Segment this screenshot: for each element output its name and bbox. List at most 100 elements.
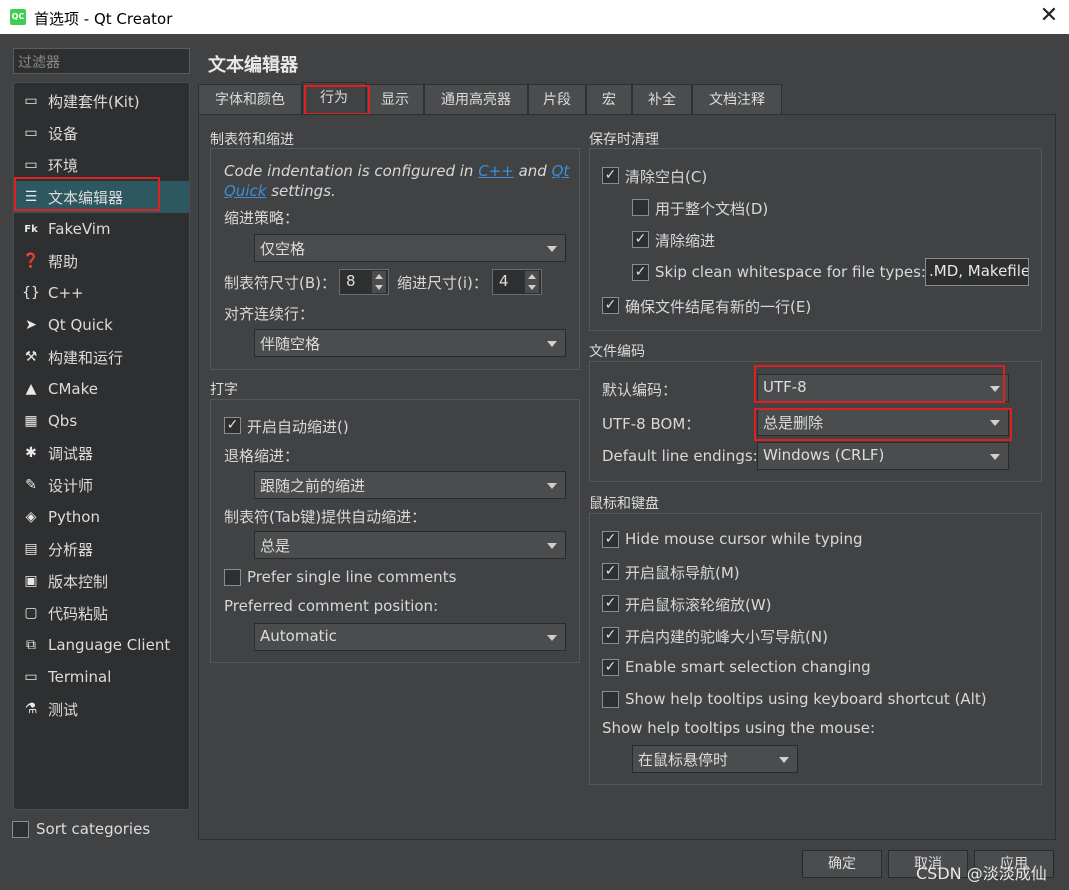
combo-value: 跟随之前的缩进: [260, 477, 366, 495]
mouse-nav-checkbox[interactable]: ✓: [602, 563, 619, 580]
tab-generic-highlighter[interactable]: 通用高亮器: [424, 84, 528, 114]
sort-categories-checkbox[interactable]: [12, 821, 29, 838]
sidebar-item-qbs[interactable]: ▦ Qbs: [14, 405, 189, 437]
smart-selection-checkbox[interactable]: ✓: [602, 659, 619, 676]
sidebar-item-python[interactable]: ◈ Python: [14, 501, 189, 533]
window-title: 首选项 - Qt Creator: [34, 10, 173, 28]
help-tooltips-keyboard-checkbox[interactable]: [602, 691, 619, 708]
sidebar-item-language-client[interactable]: ⧉ Language Client: [14, 629, 189, 661]
clean-indent-checkbox[interactable]: ✓: [632, 231, 649, 248]
skip-file-types-input[interactable]: .MD, Makefile: [925, 258, 1029, 286]
sidebar-item-terminal[interactable]: ▭ Terminal: [14, 661, 189, 693]
pen-icon: ✎: [25, 477, 37, 493]
wheel-zoom-label: 开启鼠标滚轮缩放(W): [625, 596, 772, 614]
highlight-box-tab: [304, 85, 370, 115]
sidebar-item-help[interactable]: ❓ 帮助: [14, 245, 189, 277]
hide-cursor-label: Hide mouse cursor while typing: [625, 530, 863, 548]
line-endings-combo[interactable]: Windows (CRLF): [757, 442, 1009, 470]
tab-size-spinbox[interactable]: 8: [339, 269, 389, 295]
qtquick-settings-link-part1[interactable]: Qt: [552, 162, 570, 180]
sidebar-item-label: 设计师: [48, 476, 94, 495]
group-title-typing: 打字: [210, 382, 238, 398]
cmake-icon: ▲: [25, 381, 37, 397]
combo-value: 仅空格: [260, 240, 306, 258]
sidebar-item-fakevim[interactable]: Fk FakeVim: [14, 213, 189, 245]
ensure-newline-checkbox[interactable]: ✓: [602, 297, 619, 314]
sidebar-item-label: 环境: [48, 156, 79, 175]
sidebar-item-qtquick[interactable]: ➤ Qt Quick: [14, 309, 189, 341]
sidebar-item-label: Language Client: [48, 636, 171, 654]
highlight-box-bom: [754, 408, 1012, 441]
sidebar-item-devices[interactable]: ▭ 设备: [14, 117, 189, 149]
camel-nav-label: 开启内建的驼峰大小写导航(N): [625, 628, 828, 646]
sidebar-item-code-paste[interactable]: ▢ 代码粘贴: [14, 597, 189, 629]
backspace-indent-label: 退格缩进：: [224, 447, 300, 465]
hide-cursor-checkbox[interactable]: ✓: [602, 531, 619, 548]
tab-auto-indent-label: 制表符(Tab键)提供自动缩进：: [224, 508, 427, 526]
sidebar-item-label: CMake: [48, 380, 98, 398]
filter-input[interactable]: 过滤器: [13, 48, 190, 74]
qbs-icon: ▦: [24, 413, 38, 429]
skip-clean-checkbox[interactable]: ✓: [632, 264, 649, 281]
comment-position-combo[interactable]: Automatic: [254, 623, 566, 651]
backspace-indent-combo[interactable]: 跟随之前的缩进: [254, 471, 566, 499]
qtquick-settings-link-part2[interactable]: Quick: [224, 182, 266, 200]
tab-macros[interactable]: 宏: [586, 84, 632, 114]
sidebar-item-cmake[interactable]: ▲ CMake: [14, 373, 189, 405]
line-endings-label: Default line endings:: [602, 447, 758, 465]
indent-policy-combo[interactable]: 仅空格: [254, 234, 566, 262]
clean-indent-label: 清除缩进: [655, 232, 716, 250]
python-icon: ◈: [25, 509, 37, 525]
watermark-text: CSDN @淡淡成仙: [916, 864, 1047, 883]
spin-up-icon[interactable]: [372, 271, 386, 282]
auto-indent-checkbox[interactable]: ✓: [224, 417, 241, 434]
sidebar-item-label: Terminal: [48, 668, 112, 686]
sidebar-item-cpp[interactable]: {} C++: [14, 277, 189, 309]
sidebar-item-test[interactable]: ⚗ 测试: [14, 693, 189, 725]
ok-button[interactable]: 确定: [802, 850, 882, 878]
sidebar-item-label: 测试: [48, 700, 79, 719]
sidebar-item-label: 构建套件(Kit): [48, 92, 140, 111]
sidebar-item-build-run[interactable]: ⚒ 构建和运行: [14, 341, 189, 373]
sidebar-item-version-control[interactable]: ▣ 版本控制: [14, 565, 189, 597]
indent-size-spinbox[interactable]: 4: [492, 269, 542, 295]
combo-value: Windows (CRLF): [763, 446, 885, 464]
help-tooltips-mouse-combo[interactable]: 在鼠标悬停时: [632, 745, 798, 773]
sidebar-item-kits[interactable]: ▭ 构建套件(Kit): [14, 85, 189, 117]
spin-up-icon[interactable]: [525, 271, 539, 282]
chevron-down-icon: [547, 246, 557, 252]
spin-down-icon[interactable]: [525, 282, 539, 293]
sidebar-item-label: Python: [48, 508, 100, 526]
sidebar-item-designer[interactable]: ✎ 设计师: [14, 469, 189, 501]
tab-display[interactable]: 显示: [366, 84, 424, 114]
paste-icon: ▢: [24, 605, 38, 621]
spin-down-icon[interactable]: [372, 282, 386, 293]
sidebar-item-debugger[interactable]: ✱ 调试器: [14, 437, 189, 469]
sidebar-item-analyzer[interactable]: ▤ 分析器: [14, 533, 189, 565]
indent-info-text-line2: Quick settings.: [224, 182, 336, 200]
smart-selection-label: Enable smart selection changing: [625, 658, 871, 676]
braces-icon: {}: [22, 285, 40, 301]
single-line-comments-checkbox[interactable]: [224, 569, 241, 586]
camel-nav-checkbox[interactable]: ✓: [602, 627, 619, 644]
sidebar-item-label: C++: [48, 284, 84, 302]
clean-whitespace-checkbox[interactable]: ✓: [602, 167, 619, 184]
whole-document-checkbox[interactable]: [632, 199, 649, 216]
close-icon[interactable]: ✕: [1036, 2, 1062, 30]
tab-snippets[interactable]: 片段: [528, 84, 586, 114]
tab-doc-comments[interactable]: 文档注释: [692, 84, 782, 114]
title-bar: QC 首选项 - Qt Creator ✕: [0, 0, 1069, 34]
qt-creator-logo-icon: QC: [10, 9, 26, 25]
wheel-zoom-checkbox[interactable]: ✓: [602, 595, 619, 612]
highlight-box-encoding: [754, 365, 1005, 403]
align-continuation-combo[interactable]: 伴随空格: [254, 329, 566, 357]
hammer-icon: ⚒: [24, 349, 38, 365]
cpp-settings-link[interactable]: C++: [478, 162, 514, 180]
tab-completion[interactable]: 补全: [632, 84, 692, 114]
tab-auto-indent-combo[interactable]: 总是: [254, 531, 566, 559]
sidebar-item-label: 调试器: [48, 444, 94, 463]
group-title-tabs-indent: 制表符和缩进: [210, 132, 294, 148]
fakevim-icon: Fk: [24, 223, 38, 235]
tab-font-colors[interactable]: 字体和颜色: [198, 84, 302, 114]
sidebar-item-label: 分析器: [48, 540, 94, 559]
